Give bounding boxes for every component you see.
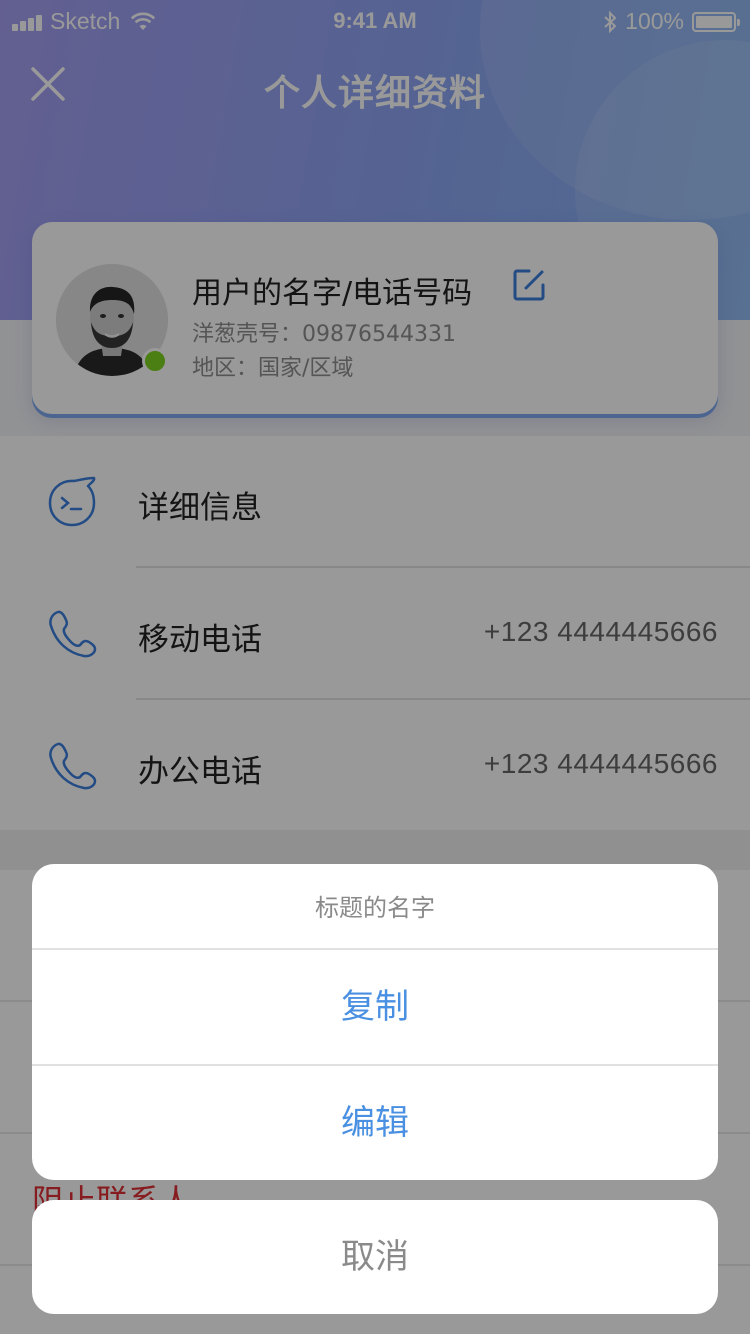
action-sheet-title: 标题的名字 xyxy=(32,864,718,950)
copy-button[interactable]: 复制 xyxy=(32,950,718,1064)
action-sheet: 标题的名字 复制 编辑 xyxy=(32,864,718,1180)
edit-button[interactable]: 编辑 xyxy=(32,1064,718,1178)
cancel-button[interactable]: 取消 xyxy=(32,1200,718,1314)
